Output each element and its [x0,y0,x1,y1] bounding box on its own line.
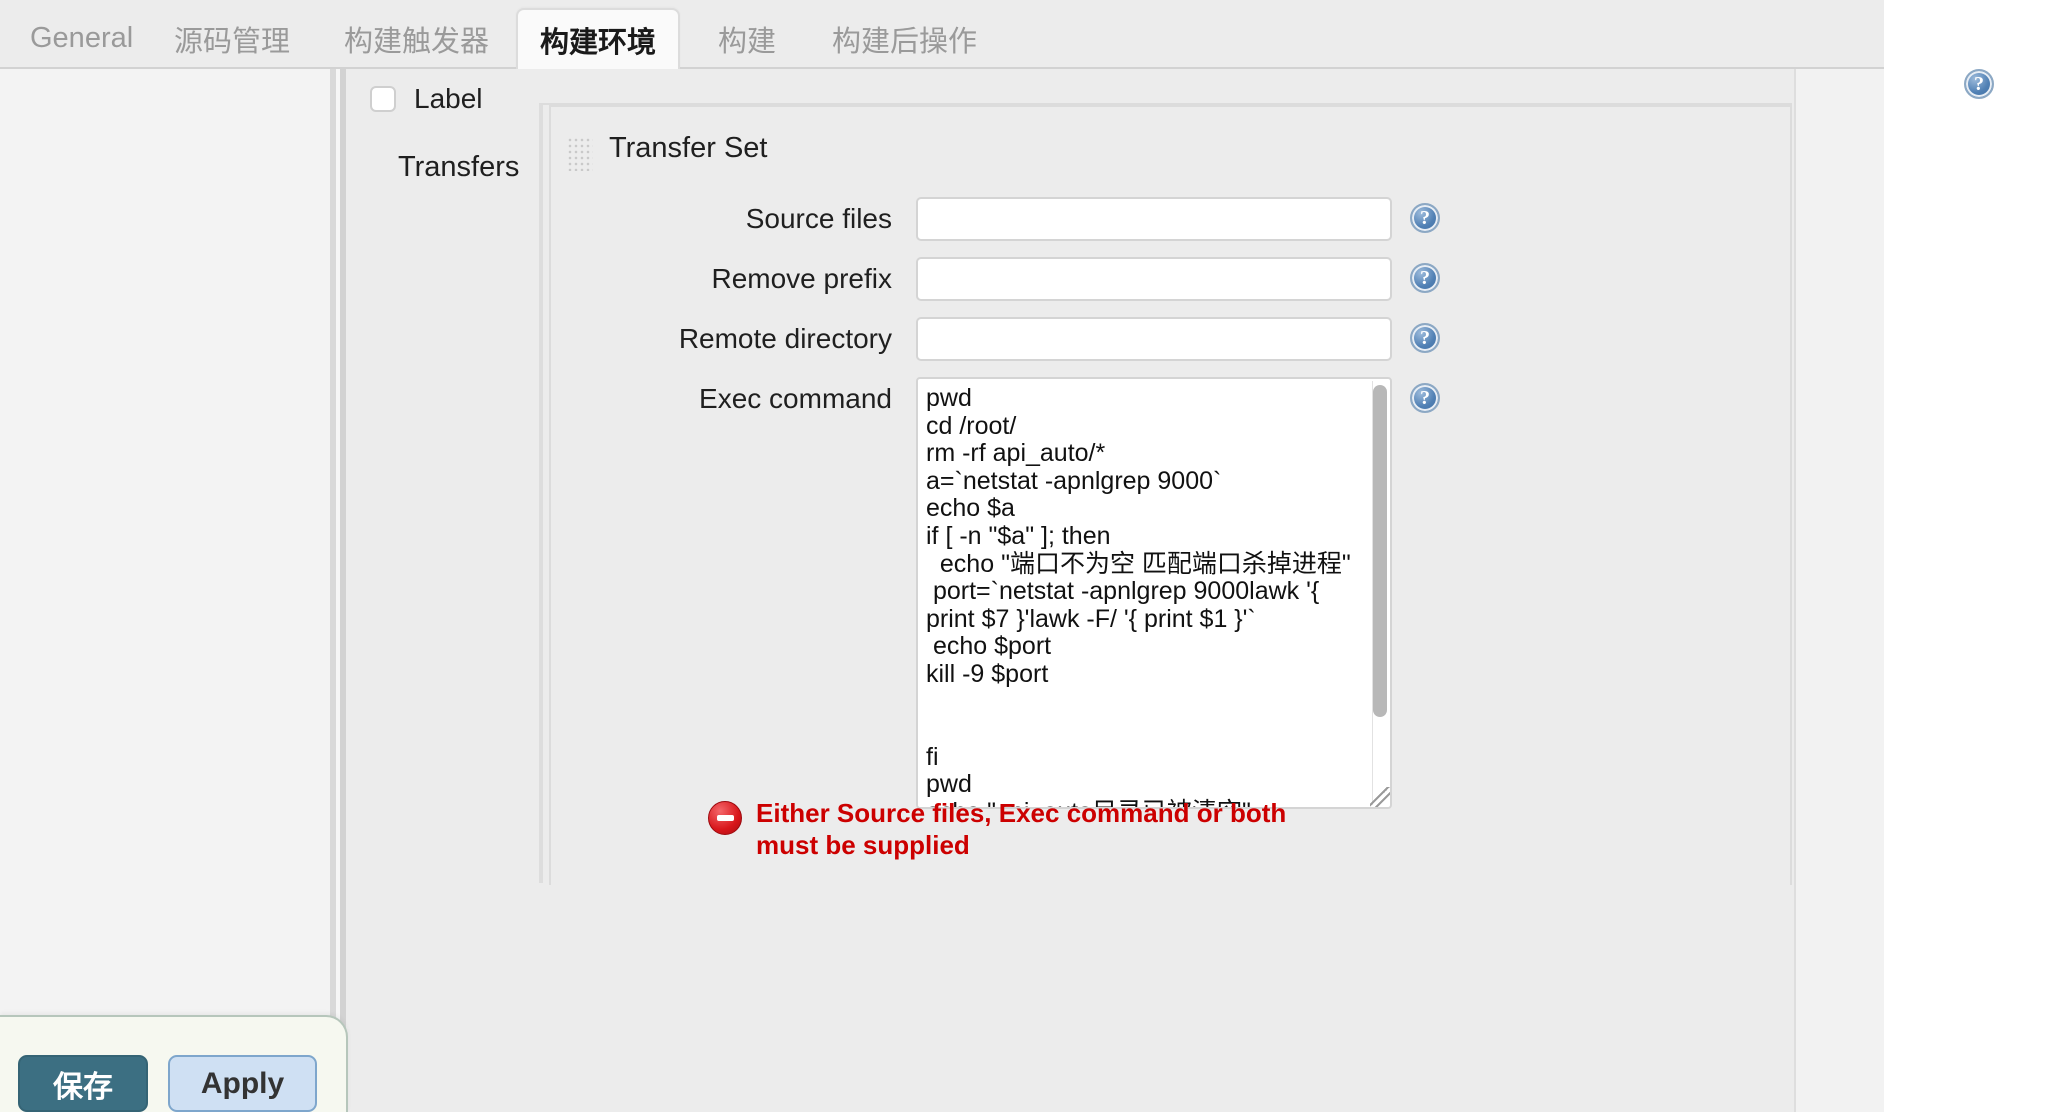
source-files-input[interactable] [916,197,1392,241]
transfer-set-title: Transfer Set [609,132,768,164]
row-exec-command: Exec command pwd cd /root/ rm -rf api_au… [571,377,1440,809]
remote-directory-input[interactable] [916,317,1392,361]
help-icon-remote-directory[interactable]: ? [1410,323,1440,353]
row-remote-directory: Remote directory ? [571,317,1440,361]
left-gutter [0,69,330,1112]
source-files-label: Source files [745,203,892,234]
screenshot-root: General 源码管理 构建触发器 构建环境 构建 构建后操作 Label ?… [0,0,2048,1112]
exec-command-resize-handle[interactable] [1370,787,1390,807]
transfer-set-outer-frame: Transfer Set Source files ? Remove prefi… [539,103,1792,885]
error-circle-icon [708,801,742,835]
right-rail [1794,69,1884,1112]
transfers-label: Transfers [398,151,520,183]
remote-directory-label: Remote directory [678,323,892,354]
remove-prefix-label: Remove prefix [711,263,892,294]
exec-command-textarea[interactable]: pwd cd /root/ rm -rf api_auto/* a=`netst… [916,377,1392,809]
exec-command-wrapper: pwd cd /root/ rm -rf api_auto/* a=`netst… [916,377,1392,809]
config-form-column: Label ? Transfers Transfer Set Source fi… [346,69,1994,1112]
config-tab-bar: General 源码管理 构建触发器 构建环境 构建 构建后操作 [0,0,1884,69]
row-source-files: Source files ? [571,197,1440,241]
exec-command-scrollbar-thumb[interactable] [1373,385,1387,717]
tab-general[interactable]: General [8,8,155,69]
transfer-set-panel: Transfer Set Source files ? Remove prefi… [549,105,1792,885]
help-icon-remove-prefix[interactable]: ? [1410,263,1440,293]
exec-command-label: Exec command [699,383,892,414]
save-button[interactable]: 保存 [18,1055,148,1112]
drag-handle-icon[interactable] [567,137,593,171]
help-icon-top[interactable]: ? [1964,69,1994,99]
validation-error-text: Either Source files, Exec command or bot… [756,798,1287,860]
tab-build[interactable]: 构建 [696,8,798,69]
label-checkbox[interactable] [370,86,396,112]
help-icon-exec-command[interactable]: ? [1410,383,1440,413]
help-icon-source-files[interactable]: ? [1410,203,1440,233]
floating-save-bar: 保存 Apply [0,1015,348,1112]
label-row: Label [370,83,483,115]
remove-prefix-input[interactable] [916,257,1392,301]
tab-build-triggers[interactable]: 构建触发器 [322,8,511,69]
tab-build-environment[interactable]: 构建环境 [516,8,681,69]
tab-source-management[interactable]: 源码管理 [152,8,312,69]
label-checkbox-text: Label [414,83,483,114]
validation-error: Either Source files, Exec command or bot… [708,797,1348,861]
jenkins-config-page: General 源码管理 构建触发器 构建环境 构建 构建后操作 Label ?… [0,0,1994,1112]
apply-button[interactable]: Apply [168,1055,317,1112]
tab-post-build-actions[interactable]: 构建后操作 [810,8,999,69]
row-remove-prefix: Remove prefix ? [571,257,1440,301]
